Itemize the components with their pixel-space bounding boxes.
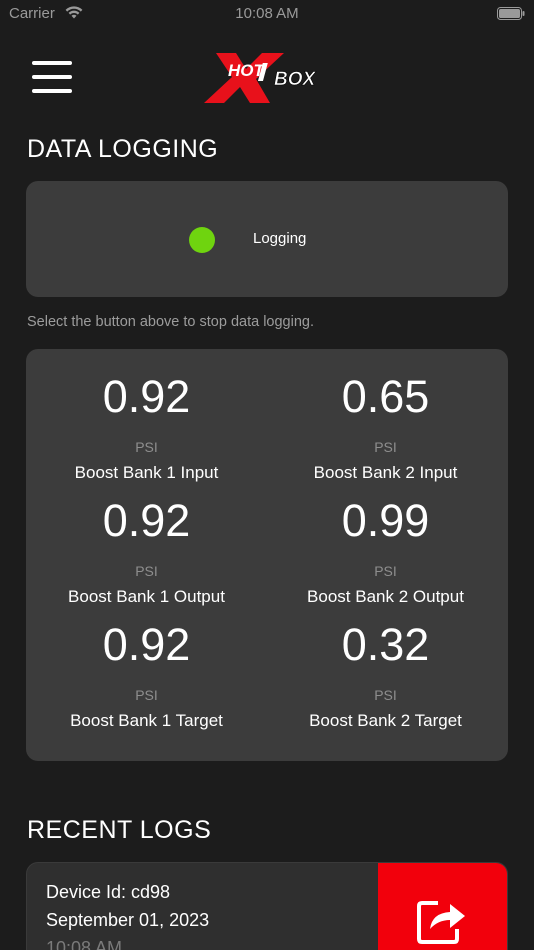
battery-icon (497, 7, 525, 20)
metric-label: Boost Bank 1 Input (74, 463, 219, 482)
metric-label: Boost Bank 2 Target (309, 711, 462, 730)
status-bar: Carrier 10:08 AM (0, 0, 534, 28)
metric-boost-bank-1-input: 0.92 PSI Boost Bank 1 Input (26, 371, 267, 483)
metric-boost-bank-1-output: 0.92 PSI Boost Bank 1 Output (26, 495, 267, 607)
metric-value: 0.99 (341, 495, 430, 546)
menu-bar (32, 61, 72, 65)
metric-unit: PSI (374, 687, 397, 703)
log-device-id: Device Id: cd98 (46, 882, 171, 902)
logo: HOT BOX (204, 53, 317, 103)
metric-boost-bank-2-target: 0.32 PSI Boost Bank 2 Target (265, 619, 506, 731)
metric-label: Boost Bank 2 Input (313, 463, 458, 482)
metric-unit: PSI (135, 563, 158, 579)
data-logging-title: DATA LOGGING (27, 135, 219, 163)
metric-label: Boost Bank 1 Output (68, 587, 225, 606)
log-item[interactable]: Device Id: cd98 September 01, 2023 10:08… (26, 862, 508, 950)
metric-boost-bank-2-output: 0.99 PSI Boost Bank 2 Output (265, 495, 506, 607)
metric-value: 0.32 (341, 619, 430, 670)
metric-unit: PSI (374, 563, 397, 579)
menu-bar (32, 89, 72, 93)
metric-value: 0.92 (102, 371, 191, 422)
metric-value: 0.92 (102, 495, 191, 546)
metric-unit: PSI (135, 687, 158, 703)
metrics-panel: 0.92 PSI Boost Bank 1 Input 0.65 PSI Boo… (26, 349, 508, 761)
metric-value: 0.92 (102, 619, 191, 670)
metric-boost-bank-1-target: 0.92 PSI Boost Bank 1 Target (26, 619, 267, 731)
logging-status-label: Logging (253, 230, 307, 247)
logging-hint: Select the button above to stop data log… (27, 314, 314, 330)
metric-unit: PSI (374, 439, 397, 455)
status-time: 10:08 AM (235, 5, 299, 22)
logging-toggle-button[interactable]: Logging (26, 181, 508, 297)
share-log-button[interactable] (378, 863, 507, 950)
share-icon (417, 901, 465, 944)
metric-unit: PSI (135, 439, 158, 455)
recent-logs-title: RECENT LOGS (27, 816, 212, 844)
metric-value: 0.65 (341, 371, 430, 422)
metric-label: Boost Bank 1 Target (70, 711, 223, 730)
metric-label: Boost Bank 2 Output (307, 587, 464, 606)
logging-status-indicator (189, 227, 215, 253)
menu-bar (32, 75, 72, 79)
metric-boost-bank-2-input: 0.65 PSI Boost Bank 2 Input (265, 371, 506, 483)
logo-text-box: BOX (274, 69, 317, 90)
menu-icon[interactable] (32, 61, 72, 93)
log-date: September 01, 2023 (46, 910, 210, 930)
log-time: 10:08 AM (46, 938, 123, 950)
